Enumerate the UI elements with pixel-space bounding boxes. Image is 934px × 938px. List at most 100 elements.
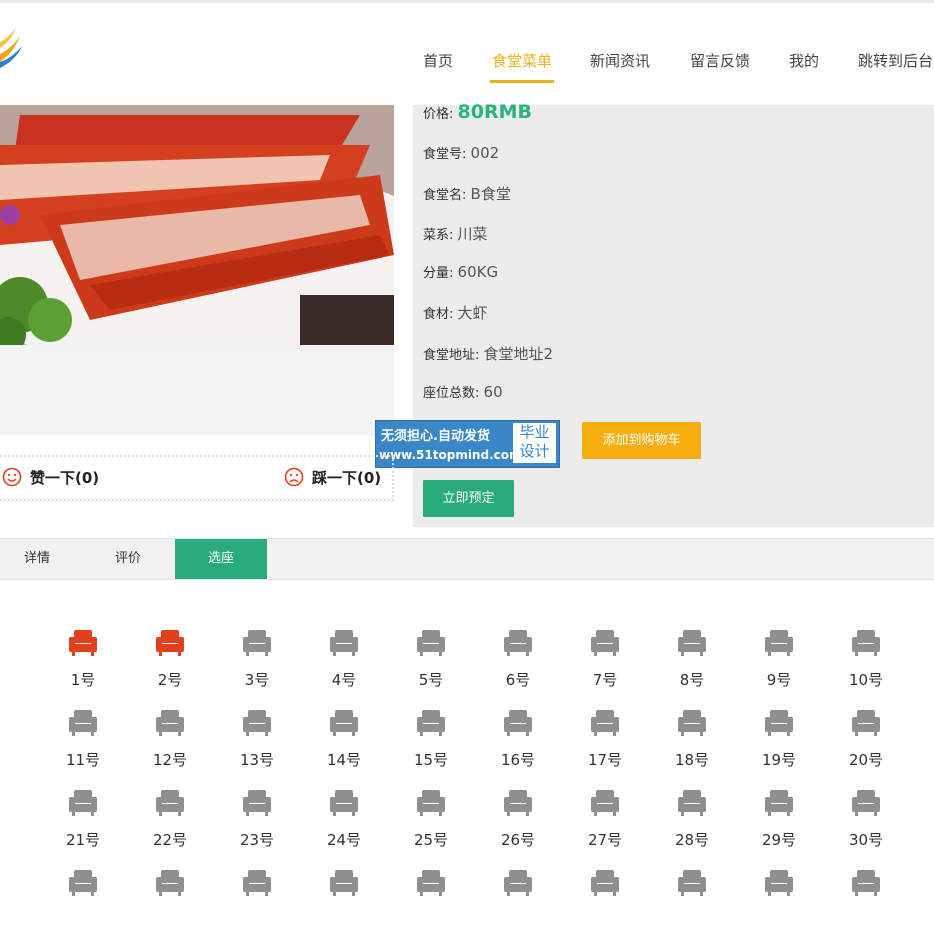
ingredient-row: 食材: 大虾 — [423, 302, 488, 323]
nav-feedback[interactable]: 留言反馈 — [690, 48, 750, 80]
nav-home[interactable]: 首页 — [423, 48, 453, 80]
seat-available[interactable]: 14号 — [314, 708, 374, 778]
info-value: 食堂地址2 — [483, 345, 554, 363]
seat-available[interactable]: 19号 — [749, 708, 809, 778]
ad-banner[interactable]: 无须担心.自动发货 www.51topmind.com 毕业 设计 — [375, 420, 560, 468]
seat-label: 10号 — [848, 671, 884, 689]
seat-label: 15号 — [413, 751, 449, 769]
ad-line2: www.51topmind.com — [379, 448, 522, 462]
seat-label: 9号 — [766, 671, 792, 689]
seat-available[interactable]: 27号 — [575, 788, 635, 858]
seat-available[interactable] — [488, 868, 548, 938]
seat-available[interactable] — [749, 868, 809, 938]
seat-label: 6号 — [505, 671, 531, 689]
seat-available[interactable]: 6号 — [488, 628, 548, 698]
add-to-cart-button[interactable]: 添加到购物车 — [582, 422, 701, 459]
seat-available[interactable]: 18号 — [662, 708, 722, 778]
tab-details[interactable]: 详情 — [0, 539, 74, 579]
book-now-button[interactable]: 立即预定 — [423, 480, 514, 517]
seat-available[interactable]: 8号 — [662, 628, 722, 698]
like-button[interactable]: 赞一下(0) — [2, 467, 99, 488]
seat-available[interactable]: 28号 — [662, 788, 722, 858]
seat-label: 24号 — [326, 831, 362, 849]
info-value: B食堂 — [470, 185, 511, 203]
seat-label: 3号 — [244, 671, 270, 689]
seat-label: 7号 — [592, 671, 618, 689]
vote-row: 赞一下(0) 踩一下(0) — [0, 455, 394, 501]
seat-available[interactable] — [53, 868, 113, 938]
info-label: 食堂号: — [423, 147, 467, 162]
info-label: 食堂名: — [423, 188, 467, 203]
seat-taken[interactable]: 1号 — [53, 628, 113, 698]
top-border — [0, 0, 934, 3]
seat-label: 12号 — [152, 751, 188, 769]
seat-label: 26号 — [500, 831, 536, 849]
nav-canteen-menu[interactable]: 食堂菜单 — [490, 48, 555, 83]
seat-available[interactable]: 23号 — [227, 788, 287, 858]
info-value: 002 — [470, 144, 500, 162]
dish-photo — [0, 105, 394, 345]
tab-seat-selection[interactable]: 选座 — [175, 539, 267, 579]
address-row: 食堂地址: 食堂地址2 — [423, 343, 553, 364]
seat-available[interactable] — [575, 868, 635, 938]
seat-label: 19号 — [761, 751, 797, 769]
seat-available[interactable]: 9号 — [749, 628, 809, 698]
seat-available[interactable]: 15号 — [401, 708, 461, 778]
seat-label: 5号 — [418, 671, 444, 689]
seat-available[interactable]: 4号 — [314, 628, 374, 698]
price-row: 价格: 80RMB — [423, 101, 532, 123]
dish-photo-panel — [0, 105, 394, 435]
canteen-number-row: 食堂号: 002 — [423, 143, 499, 162]
seat-available[interactable]: 10号 — [836, 628, 896, 698]
info-value: 60KG — [457, 263, 499, 281]
seat-available[interactable]: 22号 — [140, 788, 200, 858]
seat-available[interactable]: 3号 — [227, 628, 287, 698]
seat-available[interactable] — [836, 868, 896, 938]
nav-mine[interactable]: 我的 — [789, 48, 819, 80]
seat-available[interactable]: 20号 — [836, 708, 896, 778]
seat-available[interactable]: 12号 — [140, 708, 200, 778]
cuisine-row: 菜系: 川菜 — [423, 223, 488, 244]
seat-label: 8号 — [679, 671, 705, 689]
dislike-button[interactable]: 踩一下(0) — [284, 467, 381, 488]
seat-available[interactable] — [227, 868, 287, 938]
seat-label: 11号 — [65, 751, 101, 769]
like-label: 赞一下(0) — [30, 469, 100, 487]
seat-label: 18号 — [674, 751, 710, 769]
ad-badge: 毕业 设计 — [513, 423, 556, 463]
seat-label: 29号 — [761, 831, 797, 849]
info-value: 60 — [483, 383, 503, 401]
price-value: 80RMB — [457, 101, 532, 123]
price-label: 价格: — [423, 107, 454, 122]
seat-available[interactable]: 25号 — [401, 788, 461, 858]
seat-available[interactable] — [662, 868, 722, 938]
seat-available[interactable]: 16号 — [488, 708, 548, 778]
seat-taken[interactable]: 2号 — [140, 628, 200, 698]
seat-available[interactable]: 13号 — [227, 708, 287, 778]
seat-available[interactable] — [401, 868, 461, 938]
seat-label: 17号 — [587, 751, 623, 769]
seat-available[interactable]: 17号 — [575, 708, 635, 778]
seat-available[interactable]: 24号 — [314, 788, 374, 858]
seat-available[interactable]: 7号 — [575, 628, 635, 698]
seat-available[interactable]: 30号 — [836, 788, 896, 858]
seat-label: 28号 — [674, 831, 710, 849]
seat-available[interactable] — [314, 868, 374, 938]
seat-available[interactable]: 21号 — [53, 788, 113, 858]
seat-available[interactable]: 11号 — [53, 708, 113, 778]
seat-label: 16号 — [500, 751, 536, 769]
info-label: 分量: — [423, 266, 454, 281]
smile-icon — [2, 467, 22, 487]
tab-reviews[interactable]: 评价 — [88, 539, 168, 579]
frown-icon — [284, 467, 304, 487]
portion-row: 分量: 60KG — [423, 262, 498, 281]
seat-label: 27号 — [587, 831, 623, 849]
seat-available[interactable]: 5号 — [401, 628, 461, 698]
seat-available[interactable] — [140, 868, 200, 938]
seat-available[interactable]: 26号 — [488, 788, 548, 858]
nav-news[interactable]: 新闻资讯 — [590, 48, 650, 80]
seat-available[interactable]: 29号 — [749, 788, 809, 858]
info-value: 大虾 — [457, 304, 488, 322]
nav-admin[interactable]: 跳转到后台 — [858, 48, 933, 80]
seat-label: 20号 — [848, 751, 884, 769]
